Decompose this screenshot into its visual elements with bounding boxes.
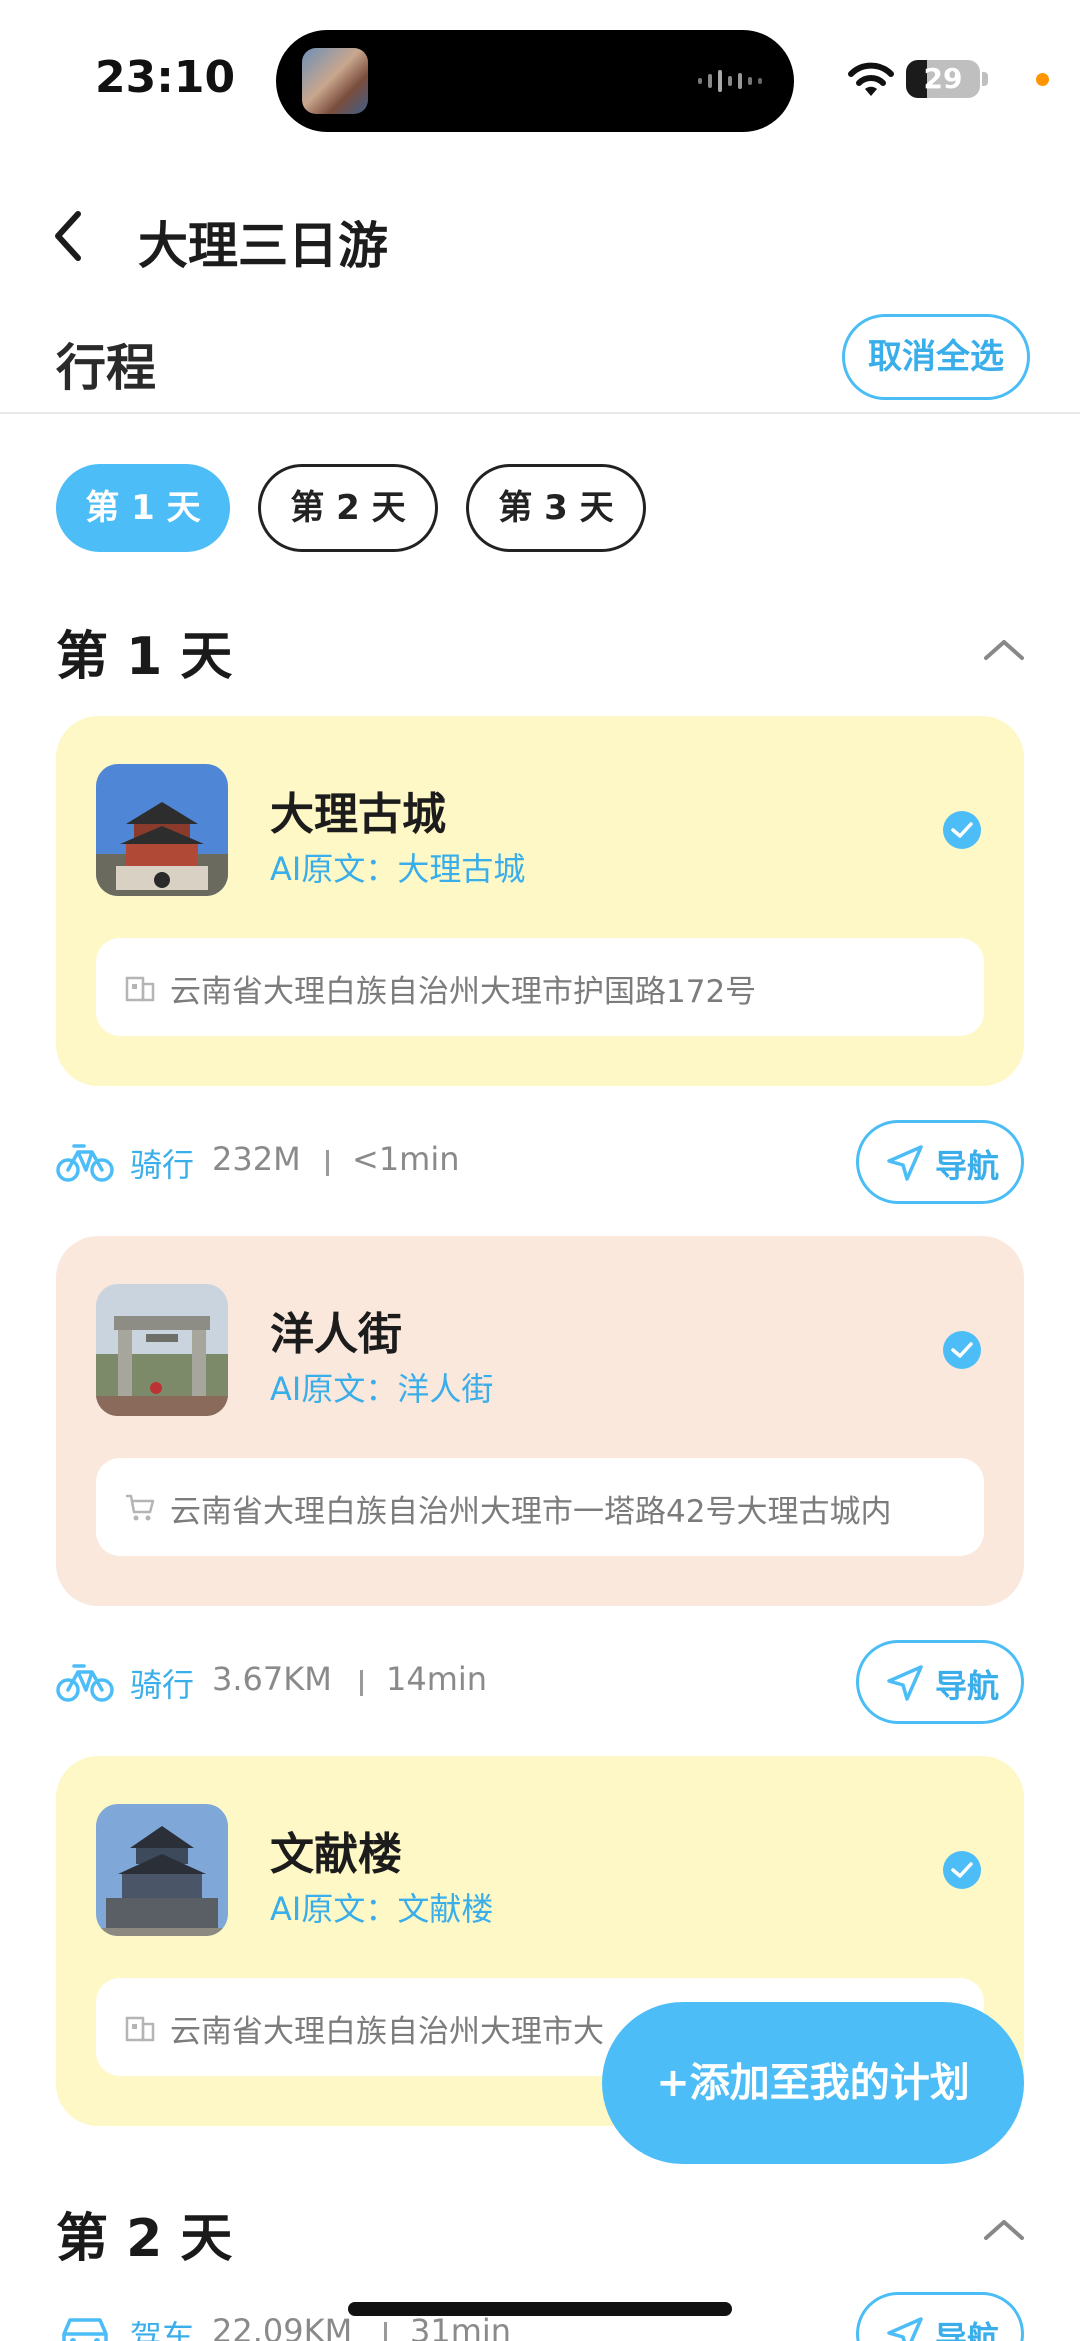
route-mode: 驾车 [130,2318,195,2341]
now-playing-thumbnail [302,48,368,114]
route-duration: 14min [386,1660,488,1698]
building-icon [125,976,155,1002]
dynamic-island[interactable] [276,30,794,132]
status-bar: 23:10 29 [0,0,1080,150]
place-name: 大理古城 [270,789,446,840]
checked-circle-icon[interactable] [942,1330,982,1370]
navigation-arrow-icon [887,1145,923,1181]
checked-circle-icon[interactable] [942,810,982,850]
address-box: 云南省大理白族自治州大理市护国路172号 [96,938,984,1036]
day-heading: 第 1 天 [56,627,233,687]
place-name: 洋人街 [270,1309,402,1360]
checked-circle-icon[interactable] [942,1850,982,1890]
wifi-icon [848,62,894,96]
itinerary-section-header: 行程 取消全选 [0,310,1080,414]
page-title: 大理三日游 [138,217,388,275]
car-icon [62,2318,108,2341]
place-photo [96,764,228,896]
section-label: 行程 [56,339,156,397]
place-name: 文献楼 [270,1829,402,1880]
route-duration: 31min [410,2312,512,2341]
route-row: 骑行 3.67KM 14min 导航 [56,1640,1024,1724]
day-heading: 第 2 天 [56,2209,233,2269]
place-photo [96,1284,228,1416]
bicycle-icon [56,1144,114,1182]
ai-original-text: AI原文：文献楼 [270,1890,494,1928]
chevron-up-icon[interactable] [980,2214,1028,2244]
home-indicator[interactable] [348,2302,732,2316]
navigate-button[interactable]: 导航 [856,1640,1024,1724]
bicycle-icon [56,1664,114,1702]
status-time: 23:10 [95,52,236,103]
place-address: 云南省大理白族自治州大理市护国路172号 [170,974,757,1010]
audio-wave-icon [698,70,762,92]
place-photo [96,1804,228,1936]
address-box: 云南省大理白族自治州大理市一塔路42号大理古城内 [96,1458,984,1556]
place-card[interactable]: 大理古城 AI原文：大理古城 云南省大理白族自治州大理市护国路172号 [56,716,1024,1086]
route-mode: 骑行 [130,1146,195,1184]
navigate-button[interactable]: 导航 [856,2292,1024,2341]
building-icon [125,2016,155,2042]
ai-original-text: AI原文：大理古城 [270,850,526,888]
tab-day-3[interactable]: 第 3 天 [466,464,646,552]
cart-icon [126,1494,155,1521]
battery-icon: 29 [906,60,980,98]
route-distance: 3.67KM [212,1660,332,1698]
route-divider [360,1670,363,1696]
route-distance: 22.09KM [212,2312,353,2341]
ai-original-text: AI原文：洋人街 [270,1370,494,1408]
route-row: 骑行 232M <1min 导航 [56,1120,1024,1204]
deselect-all-button[interactable]: 取消全选 [842,314,1030,400]
place-address: 云南省大理白族自治州大理市一塔路42号大理古城内 [170,1494,892,1530]
route-divider [384,2322,387,2341]
navigation-arrow-icon [887,2317,923,2341]
place-card[interactable]: 洋人街 AI原文：洋人街 云南省大理白族自治州大理市一塔路42号大理古城内 [56,1236,1024,1606]
route-row: 驾车 22.09KM 31min 导航 [56,2292,1024,2341]
navigation-arrow-icon [887,1665,923,1701]
battery-nub [982,72,988,86]
privacy-indicator-dot [1036,73,1049,86]
route-mode: 骑行 [130,1666,195,1704]
add-to-my-plan-button[interactable]: +添加至我的计划 [602,2002,1024,2164]
tab-day-2[interactable]: 第 2 天 [258,464,438,552]
navigate-button[interactable]: 导航 [856,1120,1024,1204]
tab-day-1[interactable]: 第 1 天 [56,464,230,552]
back-arrow-icon[interactable] [44,204,94,268]
chevron-up-icon[interactable] [980,634,1028,664]
route-duration: <1min [352,1140,460,1178]
route-divider [326,1150,329,1176]
route-distance: 232M [212,1140,301,1178]
